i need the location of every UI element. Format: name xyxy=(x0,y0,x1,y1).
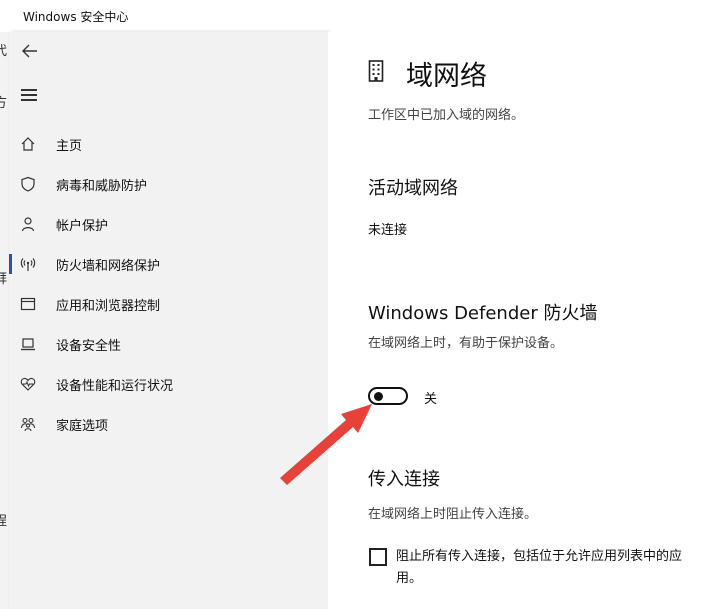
block-incoming-label[interactable]: 阻止所有传入连接，包括位于允许应用列表中的应用。 xyxy=(396,546,696,590)
laptop-icon xyxy=(19,335,37,353)
sidebar-item-app-browser-control[interactable]: 应用和浏览器控制 xyxy=(9,286,328,322)
active-networks-status: 未连接 xyxy=(368,223,408,238)
page-description: 工作区中已加入域的网络。 xyxy=(368,108,525,123)
sidebar-item-account-protection[interactable]: 帐户保护 xyxy=(9,206,328,242)
sidebar-item-device-security[interactable]: 设备安全性 xyxy=(9,326,328,362)
block-incoming-checkbox[interactable] xyxy=(369,548,387,566)
incoming-connections-heading: 传入连接 xyxy=(368,469,440,490)
sidebar-item-label: 主页 xyxy=(56,138,83,154)
app-window-icon xyxy=(19,295,37,313)
window-title: Windows 安全中心 xyxy=(23,10,129,24)
background-char: 程 xyxy=(0,514,8,529)
sidebar-item-label: 帐户保护 xyxy=(56,218,109,234)
sidebar-item-label: 防火墙和网络保护 xyxy=(56,258,161,274)
active-networks-heading: 活动域网络 xyxy=(368,178,458,199)
incoming-connections-description: 在域网络上时阻止传入连接。 xyxy=(368,507,538,522)
building-icon xyxy=(368,60,384,82)
background-window-edge: 代 方 拜 程 xyxy=(0,32,9,609)
sidebar-item-label: 应用和浏览器控制 xyxy=(56,298,161,314)
title-bar: Windows 安全中心 xyxy=(0,0,724,32)
sidebar-item-label: 设备安全性 xyxy=(56,338,122,354)
background-char: 代 xyxy=(0,44,8,59)
firewall-heading: Windows Defender 防火墙 xyxy=(368,303,598,324)
navigation-pane: 主页 病毒和威胁防护 帐户保护 防火墙和网络保护 应用和浏览器控制 设备安全性 xyxy=(9,32,328,609)
sidebar-item-device-performance[interactable]: 设备性能和运行状况 xyxy=(9,366,328,402)
firewall-description: 在域网络上时，有助于保护设备。 xyxy=(368,336,564,351)
hamburger-menu-button[interactable] xyxy=(19,84,41,106)
main-content: 域网络 工作区中已加入域的网络。 活动域网络 未连接 Windows Defen… xyxy=(328,32,724,609)
shield-icon xyxy=(19,175,37,193)
sidebar-item-virus-protection[interactable]: 病毒和威胁防护 xyxy=(9,166,328,202)
person-icon xyxy=(19,215,37,233)
sidebar-item-family-options[interactable]: 家庭选项 xyxy=(9,406,328,442)
sidebar-item-label: 病毒和威胁防护 xyxy=(56,178,148,194)
firewall-toggle-state: 关 xyxy=(424,392,438,407)
background-char: 方 xyxy=(0,96,8,111)
sidebar-item-label: 设备性能和运行状况 xyxy=(56,378,174,394)
background-char: 拜 xyxy=(0,272,8,287)
toggle-knob xyxy=(374,392,383,401)
back-arrow-icon xyxy=(22,44,37,58)
family-icon xyxy=(19,415,37,433)
sidebar-item-firewall[interactable]: 防火墙和网络保护 xyxy=(9,246,328,282)
firewall-toggle[interactable] xyxy=(368,387,408,405)
back-button[interactable] xyxy=(19,40,41,62)
sidebar-item-home[interactable]: 主页 xyxy=(9,126,328,162)
wifi-antenna-icon xyxy=(19,255,37,273)
home-icon xyxy=(19,135,37,153)
heart-pulse-icon xyxy=(19,375,37,393)
page-title: 域网络 xyxy=(406,61,487,92)
sidebar-item-label: 家庭选项 xyxy=(56,418,109,434)
